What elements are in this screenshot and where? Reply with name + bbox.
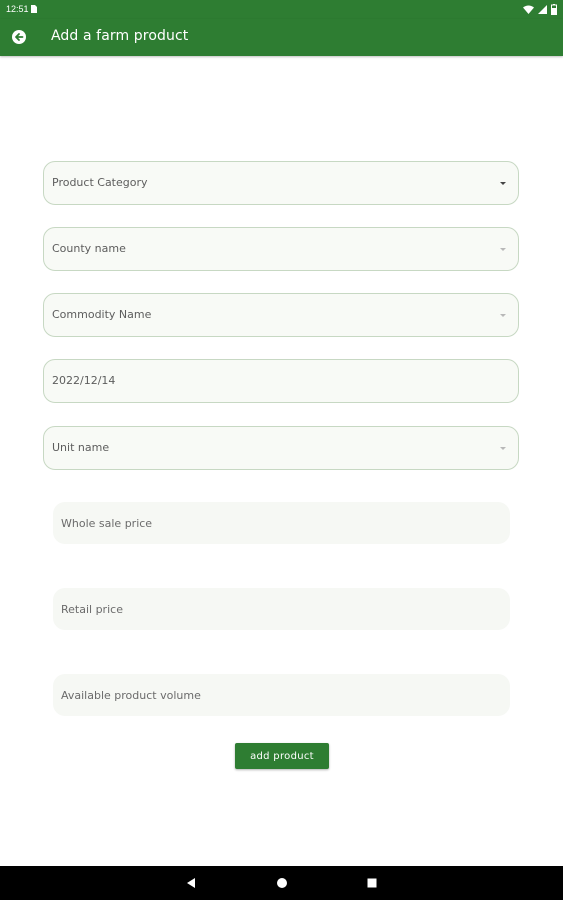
battery-icon	[551, 3, 557, 15]
commodity-name-label: Commodity Name	[52, 308, 152, 321]
status-bar: 12:51	[0, 0, 563, 19]
commodity-name-dropdown[interactable]: Commodity Name	[43, 293, 519, 337]
date-field[interactable]: 2022/12/14	[43, 359, 519, 403]
page-title: Add a farm product	[51, 28, 189, 44]
app-bar: Add a farm product	[0, 19, 563, 56]
wholesale-price-input[interactable]	[53, 502, 510, 544]
wifi-icon	[523, 5, 534, 14]
product-category-label: Product Category	[52, 176, 148, 189]
chevron-down-icon	[500, 314, 506, 317]
date-value: 2022/12/14	[52, 374, 116, 387]
nav-recents-icon[interactable]	[365, 876, 379, 890]
product-category-dropdown[interactable]: Product Category	[43, 161, 519, 205]
add-product-button[interactable]: add product	[235, 743, 329, 769]
county-name-label: County name	[52, 242, 126, 255]
system-navigation-bar	[0, 866, 563, 900]
unit-name-dropdown[interactable]: Unit name	[43, 426, 519, 470]
chevron-down-icon	[500, 248, 506, 251]
chevron-down-icon	[500, 182, 506, 185]
unit-name-label: Unit name	[52, 441, 110, 454]
retail-price-input[interactable]	[53, 588, 510, 630]
notification-icon	[31, 5, 37, 13]
nav-home-icon[interactable]	[275, 876, 289, 890]
back-arrow-icon[interactable]	[11, 29, 27, 45]
product-volume-input[interactable]	[53, 674, 510, 716]
status-icons	[523, 3, 557, 15]
chevron-down-icon	[500, 447, 506, 450]
county-name-dropdown[interactable]: County name	[43, 227, 519, 271]
signal-icon	[538, 4, 547, 14]
nav-back-icon[interactable]	[184, 876, 198, 890]
status-time: 12:51	[6, 4, 29, 14]
